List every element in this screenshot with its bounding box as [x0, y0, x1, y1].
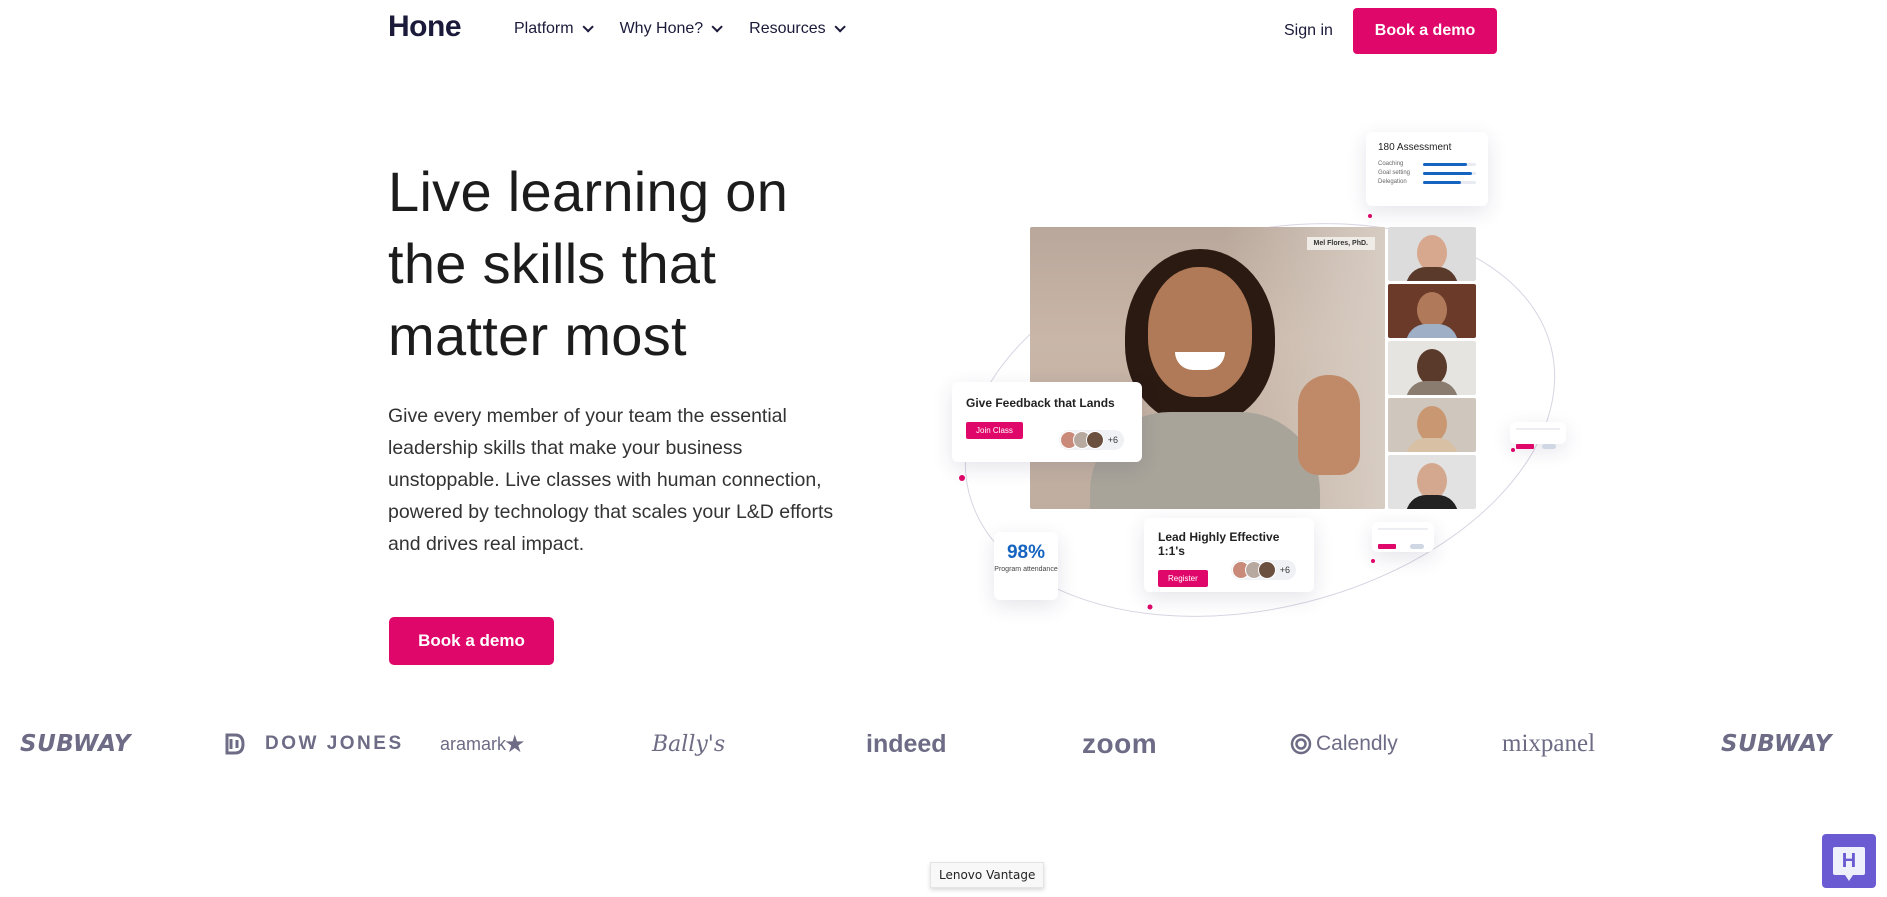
participant-tile [1388, 227, 1476, 281]
register-button: Register [1158, 570, 1208, 587]
avatar [1085, 431, 1104, 449]
class-title: Lead Highly Effective 1:1's [1158, 530, 1280, 558]
nav-resources-label: Resources [749, 20, 826, 37]
chat-bubble-icon: H [1833, 847, 1865, 881]
nav-why-hone-label: Why Hone? [619, 20, 704, 37]
logo-mixpanel: mixpanel [1502, 730, 1596, 757]
sign-in-link[interactable]: Sign in [1284, 22, 1333, 40]
extra-attendees-count: +6 [1279, 565, 1290, 575]
aramark-star-icon: ★ [504, 730, 526, 758]
assessment-bar [1423, 180, 1462, 184]
class-card-one-on-ones: Lead Highly Effective 1:1's Register +6 [1144, 518, 1314, 592]
book-demo-hero-button[interactable]: Book a demo [389, 617, 554, 665]
attendee-avatars: +6 [1230, 560, 1296, 580]
chevron-down-icon [711, 21, 723, 33]
class-title: Give Feedback that Lands [966, 396, 1115, 410]
decorative-mini-card [1510, 422, 1566, 449]
assessment-row: Coaching [1378, 161, 1476, 167]
attendance-stat-card: 98% Program attendance [994, 532, 1058, 600]
chat-widget-button[interactable]: H [1822, 834, 1876, 888]
participant-tile [1388, 398, 1476, 452]
orbit-dot [1368, 214, 1372, 218]
logo-calendly-text: Calendly [1316, 732, 1398, 755]
assessment-title: 180 Assessment [1378, 142, 1452, 153]
participant-tile [1388, 341, 1476, 395]
nav-platform-label: Platform [514, 20, 574, 37]
assessment-label: Delegation [1378, 179, 1407, 185]
book-demo-header-button[interactable]: Book a demo [1353, 8, 1497, 54]
logo-aramark: aramark ★ [440, 726, 526, 762]
hone-logo[interactable]: Hone [388, 10, 462, 44]
calendly-mark-icon [1290, 733, 1312, 755]
customer-logos: SUBWAY DOW JONES aramark ★ Bally's indee… [0, 726, 1887, 762]
main-nav: Platform Why Hone? Resources [514, 20, 872, 38]
attendee-avatars: +6 [1058, 430, 1124, 450]
logo-aramark-text: aramark [440, 733, 507, 754]
hero-description: Give every member of your team the essen… [388, 405, 834, 555]
hero-title: Live learning on the skills that matter … [388, 160, 789, 367]
assessment-row: Delegation [1378, 179, 1476, 185]
chevron-down-icon [834, 21, 846, 33]
participant-thumbnails [1388, 227, 1476, 509]
nav-why-hone[interactable]: Why Hone? [619, 20, 723, 38]
taskbar-tooltip: Lenovo Vantage [930, 862, 1045, 888]
logo-zoom: zoom [1082, 728, 1158, 759]
attendance-value: 98% [1006, 542, 1046, 563]
presenter-hand [1298, 375, 1360, 475]
participant-tile [1388, 455, 1476, 509]
logo-dow-jones: DOW JONES [225, 726, 404, 762]
orbit-dot [959, 475, 965, 481]
logo-subway: SUBWAY [20, 731, 131, 757]
extra-attendees-count: +6 [1107, 435, 1118, 445]
logo-ballys: Bally's [652, 731, 726, 757]
logo-indeed: indeed [866, 729, 947, 758]
orbit-dot [1147, 604, 1153, 610]
participant-tile [1388, 284, 1476, 338]
logo-subway: SUBWAY [1721, 731, 1832, 757]
nav-resources[interactable]: Resources [749, 20, 846, 38]
logo-calendly: Calendly [1290, 726, 1398, 762]
orbit-dot [1511, 448, 1515, 452]
avatar [1257, 561, 1276, 579]
assessment-label: Goal setting [1378, 170, 1411, 176]
class-card-feedback: Give Feedback that Lands Join Class +6 [952, 382, 1142, 462]
logo-dow-jones-text: DOW JONES [265, 733, 404, 754]
decorative-mini-card [1372, 522, 1434, 552]
assessment-row: Goal setting [1378, 170, 1476, 176]
main-video-tile: Mel Flores, PhD. [1030, 227, 1385, 509]
dow-jones-mark-icon [225, 733, 245, 755]
presenter-name-tag: Mel Flores, PhD. [1306, 237, 1375, 250]
page: Hone Platform Why Hone? Resources Sign i… [0, 0, 1887, 897]
hero-illustration: Mel Flores, PhD. 180 Assessment Coaching [940, 120, 1580, 680]
chevron-down-icon [582, 21, 594, 33]
orbit-dot [1371, 559, 1375, 563]
attendance-label: Program attendance [994, 566, 1058, 573]
assessment-label: Coaching [1378, 161, 1404, 167]
assessment-card: 180 Assessment Coaching Goal setting Del… [1366, 132, 1488, 206]
presenter-face [1148, 267, 1252, 397]
join-class-button: Join Class [966, 422, 1023, 439]
assessment-bar [1423, 162, 1467, 166]
nav-platform[interactable]: Platform [514, 20, 594, 38]
assessment-bar [1423, 171, 1472, 175]
